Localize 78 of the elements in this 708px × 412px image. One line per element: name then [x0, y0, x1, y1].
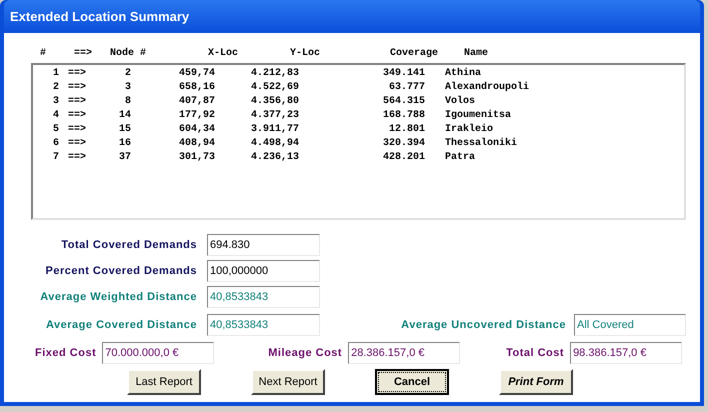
list-cell-text: 1: [52, 66, 59, 80]
list-cell-text: ==>: [66, 122, 87, 136]
list-cell-text: 16: [118, 136, 131, 150]
list-cell-text: 6: [52, 136, 59, 150]
list-cell-text: 4.522,69: [250, 80, 299, 94]
list-cell-text: ==>: [66, 108, 87, 122]
list-cell-text: ==>: [66, 80, 87, 94]
field-label: Total Covered Demands: [61, 238, 197, 253]
text-field[interactable]: 98.386.157,0 €: [570, 342, 682, 364]
column-header: Node #: [110, 46, 148, 60]
list-cell-text: ==>: [66, 66, 87, 80]
list-cell-text: 564.315: [382, 94, 425, 108]
column-header: ==>: [73, 46, 94, 60]
list-cell-text: 2: [52, 80, 59, 94]
list-cell-text: Alexandroupoli: [444, 80, 530, 94]
list-cell-text: 604,34: [178, 122, 215, 136]
list-cell-text: Thessaloniki: [444, 136, 518, 150]
column-header: Name: [463, 46, 488, 60]
list-cell-text: 168.788: [382, 108, 425, 122]
list-cell-text: 349.141: [382, 66, 425, 80]
list-cell-text: 177,92: [178, 108, 215, 122]
column-header: #: [40, 46, 48, 60]
list-cell-text: 408,94: [178, 136, 215, 150]
list-cell-text: 3.911,77: [250, 122, 299, 136]
dialog-button[interactable]: Next Report: [251, 369, 325, 395]
list-cell-text: 320.394: [382, 136, 425, 150]
list-cell-text: 301,73: [178, 150, 215, 164]
list-cell-text: Volos: [444, 94, 476, 108]
list-cell-text: 4.498,94: [250, 136, 299, 150]
list-cell-text: Irakleio: [444, 122, 494, 136]
list-cell-text: 4.212,83: [250, 66, 299, 80]
field-label: Mileage Cost: [268, 346, 342, 361]
text-field[interactable]: 70.000.000,0 €: [102, 342, 214, 364]
list-cell-text: ==>: [66, 150, 87, 164]
field-label: Average Uncovered Distance: [401, 318, 566, 333]
text-field[interactable]: 28.386.157,0 €: [348, 342, 460, 364]
field-label: Average Weighted Distance: [40, 290, 197, 305]
list-cell-text: 459,74: [178, 66, 215, 80]
list-cell-text: 37: [118, 150, 131, 164]
field-label: Fixed Cost: [35, 346, 96, 361]
list-cell-text: 3: [124, 80, 131, 94]
text-field[interactable]: 694.830: [207, 234, 320, 256]
list-cell-text: 2: [124, 66, 131, 80]
column-header: Coverage: [388, 46, 438, 60]
list-cell-text: 4.377,23: [250, 108, 299, 122]
list-cell-text: 4.236,13: [250, 150, 299, 164]
text-field[interactable]: 40,8533843: [207, 286, 320, 308]
list-cell-text: Athina: [444, 66, 482, 80]
list-cell-text: 5: [52, 122, 59, 136]
location-list[interactable]: [31, 63, 686, 220]
column-header: X-Loc: [206, 46, 238, 60]
field-label: Percent Covered Demands: [46, 264, 197, 279]
column-header: Y-Loc: [288, 46, 320, 60]
list-cell-text: 8: [124, 94, 131, 108]
list-cell-text: 14: [118, 108, 131, 122]
list-cell-text: ==>: [66, 94, 87, 108]
list-cell-text: 12.801: [388, 122, 425, 136]
list-cell-text: 15: [118, 122, 131, 136]
text-field[interactable]: 100,000000: [207, 260, 320, 282]
text-field[interactable]: 40,8533843: [207, 314, 320, 336]
dialog-button[interactable]: Last Report: [127, 369, 201, 395]
field-label: Average Covered Distance: [46, 318, 197, 333]
field-label: Total Cost: [506, 346, 564, 361]
list-cell-text: 658,16: [178, 80, 215, 94]
list-cell-text: 4.356,80: [250, 94, 299, 108]
list-cell-text: 3: [52, 94, 59, 108]
window-title: Extended Location Summary: [10, 8, 190, 26]
list-cell-text: 428.201: [382, 150, 425, 164]
list-cell-text: Igoumenitsa: [444, 108, 512, 122]
list-cell-text: 7: [52, 150, 59, 164]
list-cell-text: 63.777: [388, 80, 425, 94]
dialog-button[interactable]: Print Form: [499, 369, 573, 395]
list-cell-text: 4: [52, 108, 59, 122]
list-cell-text: 407,87: [178, 94, 215, 108]
list-cell-text: ==>: [66, 136, 87, 150]
list-cell-text: Patra: [444, 150, 476, 164]
dialog-button[interactable]: Cancel: [375, 369, 449, 395]
text-field[interactable]: All Covered: [574, 314, 686, 336]
